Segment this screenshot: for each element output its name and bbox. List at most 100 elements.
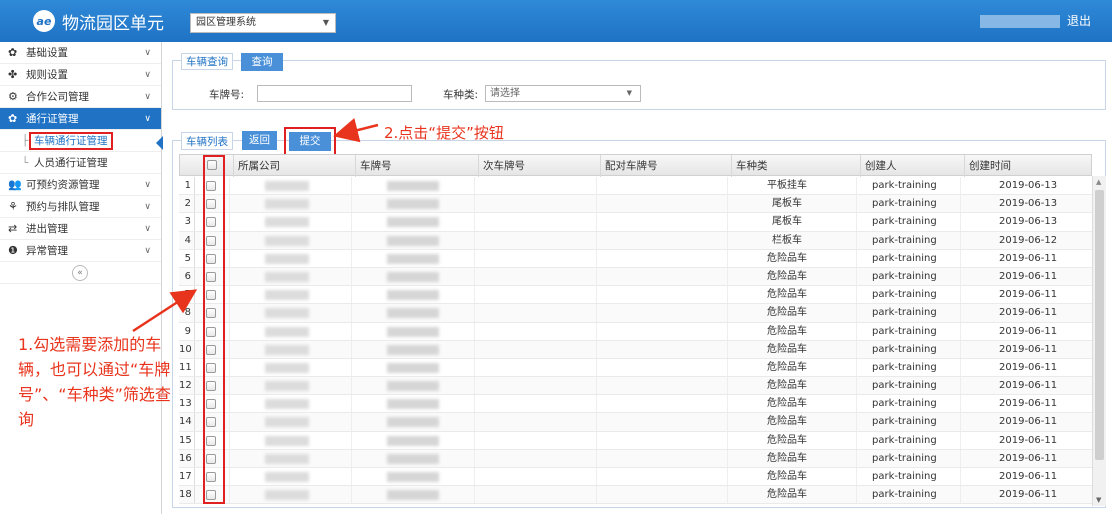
table-row[interactable]: 2 尾板车 park-training 2019-06-13 [179, 195, 1092, 214]
table-row[interactable]: 16 危险品车 park-training 2019-06-11 [179, 449, 1092, 468]
sidebar-item-3[interactable]: ✿ 通行证管理 ∨ [0, 108, 161, 130]
table-scrollbar[interactable]: ▲ ▼ [1092, 176, 1106, 506]
column-header[interactable]: 所属公司 [233, 155, 280, 177]
column-separator [229, 177, 230, 195]
sidebar-item-2[interactable]: ⚙ 合作公司管理 ∨ [0, 86, 161, 108]
row-number: 12 [179, 377, 195, 395]
queue-icon: ⚘ [8, 200, 18, 213]
table-row[interactable]: 9 危险品车 park-training 2019-06-11 [179, 322, 1092, 341]
column-header[interactable]: 创建时间 [964, 155, 1011, 177]
scroll-up-icon[interactable]: ▲ [1096, 178, 1101, 186]
column-separator [856, 195, 857, 213]
sidebar-subitem-0[interactable]: ├ 车辆通行证管理 [0, 130, 163, 152]
table-row[interactable]: 10 危险品车 park-training 2019-06-11 [179, 340, 1092, 359]
scroll-thumb[interactable] [1095, 190, 1104, 460]
table-row[interactable]: 6 危险品车 park-training 2019-06-11 [179, 267, 1092, 287]
app-header: ae 物流园区单元 园区管理系统 ▼ 退出 [0, 0, 1112, 42]
column-separator [727, 449, 728, 467]
column-separator [856, 286, 857, 304]
row-number: 9 [179, 322, 195, 340]
system-select[interactable]: 园区管理系统 ▼ [190, 13, 336, 33]
sidebar-item-6[interactable]: ⇄ 进出管理 ∨ [0, 218, 161, 240]
plate-redacted [387, 453, 439, 464]
column-separator [727, 213, 728, 231]
tab-vehicle-list[interactable]: 车辆列表 [181, 132, 233, 150]
table-row[interactable]: 7 危险品车 park-training 2019-06-11 [179, 286, 1092, 305]
column-header[interactable]: 次车牌号 [478, 155, 525, 177]
sidebar-item-5[interactable]: ⚘ 预约与排队管理 ∨ [0, 196, 161, 218]
column-separator [856, 413, 857, 431]
column-separator [856, 486, 857, 504]
created-date-cell: 2019-06-11 [999, 416, 1058, 428]
column-separator [596, 267, 597, 286]
column-header[interactable]: 车牌号 [355, 155, 392, 177]
table-row[interactable]: 8 危险品车 park-training 2019-06-11 [179, 304, 1092, 323]
vehicle-type-select[interactable]: 请选择 ▼ [485, 85, 641, 102]
vehicle-type-cell: 危险品车 [767, 434, 807, 446]
sidebar-subitem-1[interactable]: └ 人员通行证管理 [0, 152, 161, 174]
sidebar-item-1[interactable]: ✤ 规则设置 ∨ [0, 64, 161, 86]
column-separator [856, 431, 857, 449]
table-row[interactable]: 3 尾板车 park-training 2019-06-13 [179, 213, 1092, 232]
submit-button[interactable]: 提交 [289, 132, 331, 151]
column-separator [727, 231, 728, 249]
column-separator [856, 468, 857, 486]
column-header[interactable]: 车种类 [731, 155, 768, 177]
column-separator [474, 449, 475, 467]
creator-cell: park-training [872, 216, 937, 228]
plate-redacted [387, 435, 439, 446]
scroll-down-icon[interactable]: ▼ [1096, 496, 1101, 504]
table-row[interactable]: 14 危险品车 park-training 2019-06-11 [179, 413, 1092, 432]
column-separator [229, 468, 230, 486]
column-separator [351, 322, 352, 340]
table-row[interactable]: 15 危险品车 park-training 2019-06-11 [179, 431, 1092, 450]
gamepad-icon: ✤ [8, 68, 18, 81]
company-redacted [265, 417, 309, 428]
created-date-cell: 2019-06-11 [999, 343, 1058, 355]
company-redacted [265, 181, 309, 191]
created-date-cell: 2019-06-11 [999, 289, 1058, 301]
row-number: 10 [179, 340, 195, 358]
column-header[interactable]: 创建人 [860, 155, 897, 177]
column-separator [474, 286, 475, 304]
table-row[interactable]: 17 危险品车 park-training 2019-06-11 [179, 468, 1092, 487]
sidebar-item-0[interactable]: ✿ 基础设置 ∨ [0, 42, 161, 64]
table-body: 1 平板挂车 park-training 2019-06-13 2 尾板车 park-tra… [179, 177, 1092, 505]
vehicle-type-cell: 危险品车 [767, 452, 807, 464]
vehicle-type-placeholder: 请选择 [490, 88, 520, 99]
table-row[interactable]: 12 危险品车 park-training 2019-06-11 [179, 377, 1092, 396]
collapse-sidebar-button[interactable]: « [72, 265, 88, 281]
tab-vehicle-query[interactable]: 车辆查询 [181, 53, 233, 70]
sidebar-item-4[interactable]: 👥 可预约资源管理 ∨ [0, 174, 161, 196]
sidebar-item-label: 异常管理 [26, 245, 68, 257]
column-separator [351, 267, 352, 286]
company-redacted [265, 326, 309, 337]
created-date-cell: 2019-06-11 [999, 325, 1058, 337]
table-row[interactable]: 1 平板挂车 park-training 2019-06-13 [179, 177, 1092, 196]
column-separator [596, 449, 597, 467]
table-row[interactable]: 4 栏板车 park-training 2019-06-12 [179, 231, 1092, 250]
creator-cell: park-training [872, 307, 937, 319]
column-separator [351, 304, 352, 322]
company-redacted [265, 199, 309, 210]
sidebar-collapse-row: « [0, 262, 161, 284]
created-date-cell: 2019-06-11 [999, 307, 1058, 319]
query-button[interactable]: 查询 [241, 53, 283, 71]
sidebar-item-7[interactable]: ❶ 异常管理 ∨ [0, 240, 161, 262]
logout-link[interactable]: 退出 [1067, 12, 1091, 29]
chevron-down-icon: ∨ [144, 48, 151, 58]
column-separator [960, 322, 961, 340]
company-redacted [265, 290, 309, 301]
plate-input[interactable] [257, 85, 412, 102]
created-date-cell: 2019-06-11 [999, 361, 1058, 373]
cogs-icon: ⚙ [8, 90, 18, 103]
table-row[interactable]: 13 危险品车 park-training 2019-06-11 [179, 395, 1092, 414]
table-row[interactable]: 11 危险品车 park-training 2019-06-11 [179, 358, 1092, 378]
column-separator [856, 377, 857, 395]
back-button[interactable]: 返回 [242, 131, 277, 150]
table-row[interactable]: 5 危险品车 park-training 2019-06-11 [179, 249, 1092, 268]
column-separator [596, 431, 597, 449]
company-redacted [265, 308, 309, 319]
column-header[interactable]: 配对车牌号 [600, 155, 658, 177]
table-row[interactable]: 18 危险品车 park-training 2019-06-11 [179, 486, 1092, 505]
